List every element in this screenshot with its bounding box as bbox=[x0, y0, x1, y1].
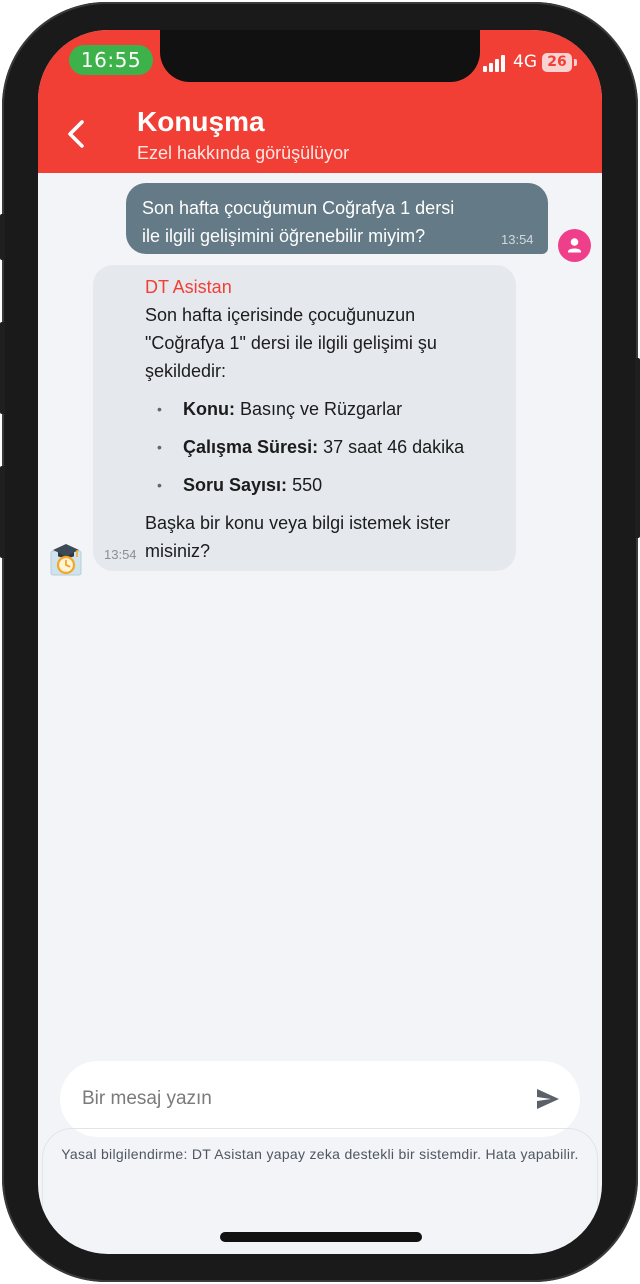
page-subtitle: Ezel hakkında görüşülüyor bbox=[137, 143, 350, 163]
list-item: • Çalışma Süresi: 37 saat 46 dakika bbox=[145, 433, 496, 461]
assistant-avatar bbox=[50, 542, 82, 576]
assistant-text-line: misiniz? bbox=[145, 541, 211, 561]
camera-notch bbox=[160, 30, 480, 82]
signal-icon bbox=[483, 52, 507, 72]
message-composer bbox=[60, 1061, 580, 1137]
power-button bbox=[635, 358, 640, 538]
progress-list: • Konu: Basınç ve Rüzgarlar • Çalışma Sü… bbox=[145, 395, 496, 499]
assistant-text-line: Başka bir konu veya bilgi istemek ister bbox=[145, 513, 451, 533]
assistant-text-line: şekildedir: bbox=[145, 361, 227, 381]
bullet-icon: • bbox=[157, 401, 162, 417]
volume-down-button bbox=[0, 466, 5, 558]
assistant-intro: Son hafta içerisinde çocuğunuzun "Coğraf… bbox=[145, 301, 496, 385]
chevron-left-icon bbox=[68, 120, 84, 148]
page-title: Konuşma bbox=[137, 106, 265, 137]
status-time: 16:55 bbox=[69, 45, 153, 75]
item-label: Soru Sayısı: bbox=[183, 475, 288, 495]
message-time: 13:54 bbox=[501, 232, 534, 247]
bullet-icon: • bbox=[157, 477, 162, 493]
battery-level: 26 bbox=[547, 54, 567, 70]
battery-icon: 26 bbox=[542, 53, 572, 72]
assistant-text-line: Son hafta içerisinde çocuğunuzun bbox=[145, 305, 416, 325]
network-type: 4G bbox=[513, 52, 537, 72]
list-item: • Konu: Basınç ve Rüzgarlar bbox=[145, 395, 496, 423]
item-label: Çalışma Süresi: bbox=[183, 437, 319, 457]
legal-panel bbox=[42, 1128, 598, 1212]
assistant-text-line: "Coğrafya 1" dersi ile ilgili gelişimi ş… bbox=[145, 333, 437, 353]
assistant-message-bubble: DT Asistan Son hafta içerisinde çocuğunu… bbox=[93, 265, 516, 571]
legal-disclaimer: Yasal bilgilendirme: DT Asistan yapay ze… bbox=[61, 1146, 579, 1162]
bullet-icon: • bbox=[157, 439, 162, 455]
app-screen: 16:55 4G 26 Konuşma Ezel hakkında görüşü… bbox=[38, 30, 602, 1254]
item-label: Konu: bbox=[183, 399, 235, 419]
graduation-clock-icon bbox=[50, 544, 82, 576]
message-time: 13:54 bbox=[104, 547, 137, 562]
item-value: Basınç ve Rüzgarlar bbox=[240, 399, 403, 419]
list-item: • Soru Sayısı: 550 bbox=[145, 471, 496, 499]
battery-tip bbox=[574, 59, 577, 66]
user-message-line: Son hafta çocuğumun Coğrafya 1 dersi bbox=[142, 198, 455, 218]
send-button[interactable] bbox=[536, 1088, 560, 1110]
message-input[interactable] bbox=[82, 1079, 502, 1119]
assistant-name: DT Asistan bbox=[145, 277, 232, 297]
back-button[interactable] bbox=[60, 114, 96, 154]
person-icon bbox=[568, 238, 581, 253]
item-value: 550 bbox=[292, 475, 323, 495]
mute-switch bbox=[0, 214, 5, 260]
item-value: 37 saat 46 dakika bbox=[323, 437, 465, 457]
user-avatar[interactable] bbox=[558, 229, 591, 262]
home-indicator[interactable] bbox=[220, 1232, 422, 1242]
volume-up-button bbox=[0, 322, 5, 414]
assistant-outro: Başka bir konu veya bilgi istemek ister … bbox=[145, 509, 496, 565]
app-header: 16:55 4G 26 Konuşma Ezel hakkında görüşü… bbox=[38, 30, 602, 173]
user-message-bubble: Son hafta çocuğumun Coğrafya 1 dersi ile… bbox=[126, 183, 548, 254]
send-icon bbox=[537, 1089, 559, 1109]
user-message-line: ile ilgili gelişimini öğrenebilir miyim? bbox=[142, 226, 426, 246]
